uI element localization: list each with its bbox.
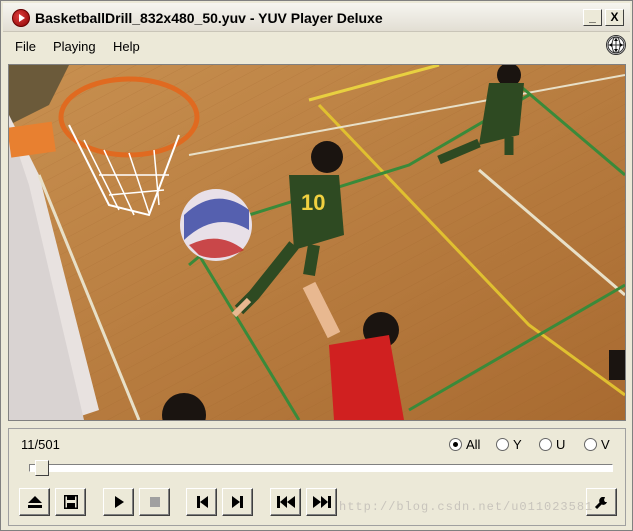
play-icon: [114, 496, 124, 508]
position-slider-thumb[interactable]: [34, 460, 49, 476]
save-icon: [63, 495, 78, 509]
frame-counter: 11/501: [21, 437, 60, 452]
app-icon: [12, 9, 30, 27]
eject-icon: [27, 496, 42, 508]
menu-playing[interactable]: Playing: [53, 39, 96, 54]
play-button[interactable]: [103, 488, 134, 516]
settings-button[interactable]: [586, 488, 617, 516]
eject-button[interactable]: [19, 488, 50, 516]
prev-frame-icon: [196, 496, 208, 508]
next-frame-icon: [231, 496, 243, 508]
radio-u[interactable]: U: [539, 437, 565, 452]
wrench-icon: [594, 497, 607, 510]
video-display[interactable]: 10: [8, 64, 626, 421]
close-button[interactable]: X: [605, 9, 624, 26]
control-panel: 11/501 All Y U V http://blog.csdn.net/u0…: [8, 428, 626, 526]
radio-label: V: [601, 437, 610, 452]
radio-y[interactable]: Y: [496, 437, 522, 452]
player-window: BasketballDrill_832x480_50.yuv - YUV Pla…: [0, 0, 633, 531]
radio-dot-selected: [449, 438, 462, 451]
minimize-button[interactable]: _: [583, 9, 602, 26]
position-slider-track[interactable]: [29, 464, 613, 472]
radio-dot: [496, 438, 509, 451]
save-button[interactable]: [55, 488, 86, 516]
stop-icon: [149, 497, 160, 507]
window-title: BasketballDrill_832x480_50.yuv - YUV Pla…: [35, 10, 383, 26]
radio-label: All: [466, 437, 481, 452]
menu-file[interactable]: File: [15, 39, 36, 54]
radio-label: U: [556, 437, 566, 452]
title-bar: BasketballDrill_832x480_50.yuv - YUV Pla…: [3, 3, 630, 32]
jersey-number: 10: [301, 190, 325, 215]
navigation-globe-icon[interactable]: [606, 35, 626, 55]
radio-dot: [539, 438, 552, 451]
fast-forward-icon: [312, 496, 331, 508]
rewind-button[interactable]: [270, 488, 301, 516]
menu-help[interactable]: Help: [113, 39, 140, 54]
radio-dot: [584, 438, 597, 451]
radio-all[interactable]: All: [449, 437, 480, 452]
radio-v[interactable]: V: [584, 437, 610, 452]
prev-frame-button[interactable]: [186, 488, 217, 516]
radio-label: Y: [513, 437, 522, 452]
menu-bar: File Playing Help: [3, 32, 630, 60]
rewind-icon: [276, 496, 295, 508]
fast-forward-button[interactable]: [306, 488, 337, 516]
stop-button[interactable]: [139, 488, 170, 516]
watermark-text: http://blog.csdn.net/u011023581: [339, 500, 594, 514]
next-frame-button[interactable]: [222, 488, 253, 516]
